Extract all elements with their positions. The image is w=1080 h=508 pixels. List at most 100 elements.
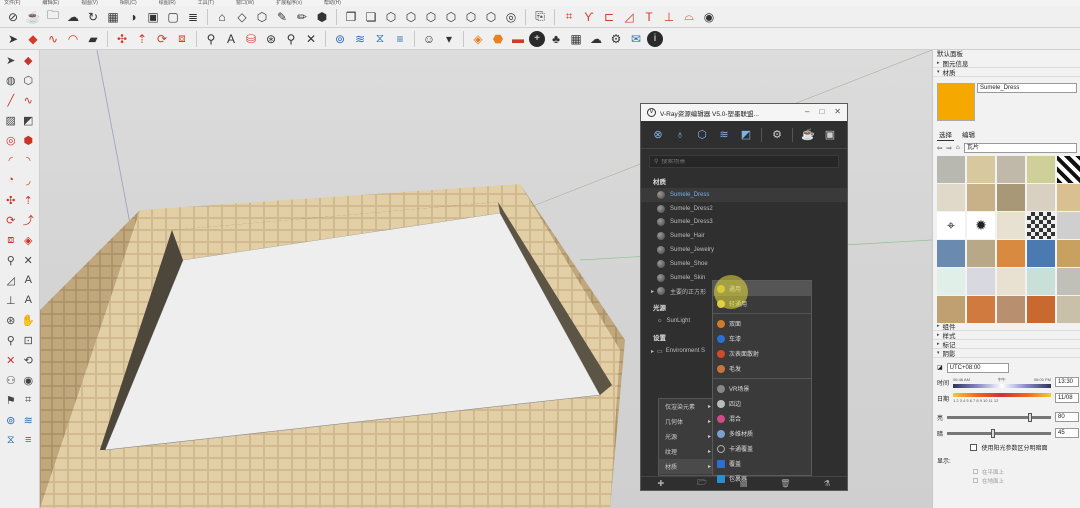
orbit-icon[interactable]: ⊛ <box>262 30 280 48</box>
shadows-fold[interactable]: ▾ 阴影 <box>933 349 1080 358</box>
offset-icon[interactable]: ⧈ <box>173 30 191 48</box>
vray-title-bar[interactable]: V V-Ray资源编辑器 V5.0-塑墨联盟... – □ ✕ <box>641 104 847 121</box>
arc2-icon[interactable]: ◝ <box>20 152 36 168</box>
freehand-icon[interactable]: ∿ <box>20 92 36 108</box>
back-view-icon[interactable]: ⬡ <box>462 8 480 26</box>
menu-item-toon[interactable]: 卡通覆盖 <box>713 441 811 456</box>
section-icon[interactable]: ⌗ <box>560 8 578 26</box>
3d-warehouse-icon[interactable]: ⬣ <box>489 30 507 48</box>
texture-swatch[interactable] <box>1027 212 1055 239</box>
frame-buffer-icon[interactable]: ▣ <box>823 128 837 142</box>
iso-view-icon[interactable]: ⬡ <box>382 8 400 26</box>
texture-swatch[interactable] <box>1027 156 1055 183</box>
measure-icon[interactable]: ⊏ <box>600 8 618 26</box>
on-faces-checkbox[interactable] <box>973 469 978 474</box>
add-asset-icon[interactable]: ✚ <box>657 479 664 488</box>
eraser-icon[interactable]: ◆ <box>24 30 42 48</box>
minimize-icon[interactable]: – <box>805 107 809 116</box>
pan-icon[interactable]: ✋ <box>20 312 36 328</box>
menu-item-lights[interactable]: 光源 ▸ <box>659 429 715 444</box>
texture-swatch[interactable] <box>1027 184 1055 211</box>
dark-field[interactable]: 45 <box>1055 428 1079 438</box>
zoom-extents-icon[interactable]: ✕ <box>302 30 320 48</box>
home-icon[interactable]: ⌂ <box>956 144 960 151</box>
tab-select[interactable]: 选择 <box>937 128 954 141</box>
rectangle-icon[interactable]: ▰ <box>84 30 102 48</box>
pen-icon[interactable]: ✎ <box>273 8 291 26</box>
cloud-upload-icon[interactable]: ☁ <box>587 30 605 48</box>
dimension-icon[interactable]: ⌓ <box>680 8 698 26</box>
texture-swatch[interactable]: ✹ <box>967 212 995 239</box>
terrain-icon[interactable]: ≋ <box>20 412 36 428</box>
layout-icon[interactable]: ▬ <box>509 30 527 48</box>
close-icon[interactable]: ✕ <box>834 107 841 116</box>
pencil-icon[interactable]: ✏ <box>293 8 311 26</box>
select-icon[interactable]: ➤ <box>3 52 19 68</box>
arc3-icon[interactable]: ◞ <box>20 172 36 188</box>
back-icon[interactable]: ⇦ <box>937 144 942 152</box>
expand-arrow-icon[interactable]: ▸ <box>651 288 654 295</box>
paint-icon[interactable]: ◍ <box>3 72 19 88</box>
move-icon[interactable]: ✣ <box>3 192 19 208</box>
box-icon[interactable]: ▢ <box>164 8 182 26</box>
forward-icon[interactable]: ⇨ <box>946 144 951 152</box>
time-slider[interactable] <box>953 383 1051 388</box>
material-item[interactable]: Sumele_Jewelry <box>641 243 847 257</box>
polygon-icon[interactable]: ⬢ <box>20 132 36 148</box>
tape-icon[interactable]: ⚲ <box>202 30 220 48</box>
info-icon[interactable]: i <box>647 30 663 47</box>
zoom-extents-icon[interactable]: ✕ <box>3 352 19 368</box>
render-teapot-icon[interactable]: ☕ <box>801 128 815 142</box>
material-item[interactable]: Sumele_Hair <box>641 229 847 243</box>
texture-swatch[interactable] <box>967 156 995 183</box>
menu-item-light-generic[interactable]: 轻通用 <box>713 296 811 311</box>
label-icon[interactable]: A <box>222 30 240 48</box>
date-slider[interactable] <box>953 393 1051 397</box>
light-slider[interactable] <box>947 412 1051 422</box>
rotated-rect-icon[interactable]: ◩ <box>20 112 36 128</box>
menu-item-two-sided[interactable]: 双面 <box>713 316 811 331</box>
texture-swatch[interactable] <box>937 156 965 183</box>
on-ground-checkbox[interactable] <box>973 478 978 483</box>
frame-icon[interactable]: ▣ <box>144 8 162 26</box>
texture-swatch[interactable] <box>1057 240 1080 267</box>
texture-swatch[interactable] <box>1027 296 1055 323</box>
paint-bucket-icon[interactable]: ⛁ <box>242 30 260 48</box>
menu-item-quad[interactable]: 四边 <box>713 396 811 411</box>
cube-wire-icon[interactable]: ⬢ <box>313 8 331 26</box>
folder-icon[interactable]: 🗀 <box>44 8 62 26</box>
right-view-icon[interactable]: ⬡ <box>442 8 460 26</box>
zoom-icon[interactable]: ⚲ <box>282 30 300 48</box>
texture-swatch[interactable] <box>997 212 1025 239</box>
orbit-icon[interactable]: ⊛ <box>3 312 19 328</box>
material-item[interactable]: Sumele_Shoe <box>641 257 847 271</box>
texture-swatch[interactable] <box>1027 240 1055 267</box>
texture-swatch[interactable] <box>937 240 965 267</box>
smoove-icon[interactable]: ⧖ <box>3 432 19 448</box>
copy-icon[interactable]: ❐ <box>342 8 360 26</box>
expand-arrow-icon[interactable]: ▸ <box>651 348 654 355</box>
bucket-icon[interactable]: ◑ <box>124 8 142 26</box>
prev-view-icon[interactable]: ⟲ <box>20 352 36 368</box>
pushpull-icon[interactable]: ⇡ <box>20 192 36 208</box>
protractor-icon[interactable]: ◿ <box>620 8 638 26</box>
followme-icon[interactable]: ⤴ <box>20 212 36 228</box>
menu-item-blend[interactable]: 混合 <box>713 411 811 426</box>
cloud-icon[interactable]: ☁ <box>64 8 82 26</box>
cup-icon[interactable]: Ƴ <box>580 8 598 26</box>
texture-swatch[interactable] <box>967 296 995 323</box>
tab-edit[interactable]: 编辑 <box>960 128 977 141</box>
menu-item-generic[interactable]: 通用 <box>713 281 811 296</box>
axes-icon[interactable]: ⊥ <box>660 8 678 26</box>
terrain-icon[interactable]: ≋ <box>351 30 369 48</box>
select-arrow-icon[interactable]: ➤ <box>4 30 22 48</box>
texture-swatch[interactable] <box>997 268 1025 295</box>
dimension-icon[interactable]: ✕ <box>20 252 36 268</box>
menu-item-vr-scene[interactable]: VR场景 <box>713 381 811 396</box>
library-select[interactable]: 瓦片 <box>963 142 1077 153</box>
rectangle-icon[interactable]: ▨ <box>3 112 19 128</box>
texture-swatch[interactable] <box>1027 268 1055 295</box>
3dtext-icon[interactable]: A <box>20 292 36 308</box>
menu-item-wrapper[interactable]: 包裹器 <box>713 471 811 486</box>
shadow-toggle-icon[interactable]: ◪ <box>937 364 943 371</box>
